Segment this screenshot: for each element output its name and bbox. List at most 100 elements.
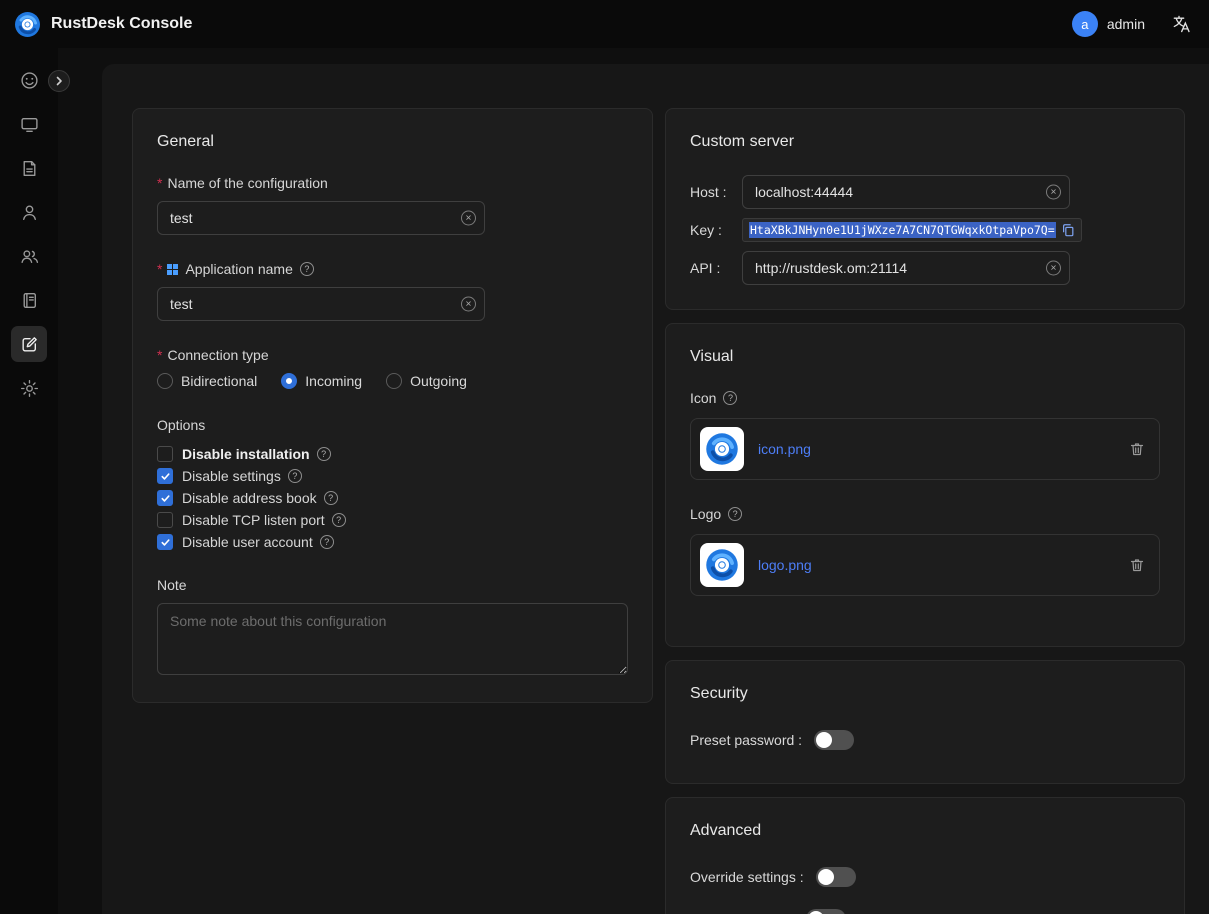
checkbox-disable-tcp-listen-port[interactable]: Disable TCP listen port? <box>157 509 628 531</box>
copy-icon[interactable] <box>1061 223 1075 237</box>
logo-file-box: logo.png <box>690 534 1160 596</box>
advanced-card: Advanced Override settings : Default sett… <box>665 797 1185 914</box>
trash-icon[interactable] <box>1129 441 1145 457</box>
radio-outgoing[interactable]: Outgoing <box>386 373 467 389</box>
sidebar-nav <box>11 62 47 414</box>
toggle-override-settings[interactable] <box>816 867 856 887</box>
security-card: Security Preset password : <box>665 660 1185 784</box>
monitor-icon <box>20 115 39 134</box>
sidebar-item-smiley[interactable] <box>11 62 47 98</box>
radio-label: Incoming <box>305 373 362 389</box>
host-input[interactable] <box>742 175 1070 209</box>
checkbox-box <box>157 512 173 528</box>
top-bar: RustDesk Console a admin <box>0 0 1209 48</box>
checkbox-label: Disable settings <box>182 468 281 484</box>
checkbox-box <box>157 534 173 550</box>
sidebar-item-logbook[interactable] <box>11 282 47 318</box>
help-icon[interactable]: ? <box>288 469 302 483</box>
api-input[interactable] <box>742 251 1070 285</box>
checkbox-disable-installation[interactable]: Disable installation? <box>157 443 628 465</box>
help-icon[interactable]: ? <box>723 391 737 405</box>
toggle-label: Preset password : <box>690 732 802 748</box>
edit-icon <box>20 335 39 354</box>
key-field[interactable]: HtaXBkJNHyn0e1U1jWXze7A7CN7QTGWqxkOtpaVp… <box>742 218 1082 242</box>
radio-incoming[interactable]: Incoming <box>281 373 362 389</box>
avatar[interactable]: a <box>1072 11 1098 37</box>
security-card-title: Security <box>690 685 1160 703</box>
clear-icon[interactable]: ✕ <box>1046 185 1061 200</box>
options-label: Options <box>157 417 628 433</box>
visual-sections: Icon?icon.pngLogo?logo.png <box>690 390 1160 596</box>
checkbox-disable-user-account[interactable]: Disable user account? <box>157 531 628 553</box>
translate-icon[interactable] <box>1171 14 1191 34</box>
general-card-title: General <box>157 133 628 151</box>
radio-label: Outgoing <box>410 373 467 389</box>
checkbox-box <box>157 446 173 462</box>
logo-label: Logo? <box>690 506 1160 522</box>
help-icon[interactable]: ? <box>728 507 742 521</box>
toggle-label: Override settings : <box>690 869 804 885</box>
radio-bidirectional[interactable]: Bidirectional <box>157 373 257 389</box>
advanced-card-title: Advanced <box>690 822 1160 840</box>
required-asterisk: * <box>157 347 162 363</box>
key-label: Key : <box>690 222 742 238</box>
sidebar-item-monitor[interactable] <box>11 106 47 142</box>
icon-file-link[interactable]: icon.png <box>758 441 811 457</box>
sidebar-item-users[interactable] <box>11 238 47 274</box>
windows-icon <box>167 264 178 275</box>
sidebar-item-gear[interactable] <box>11 370 47 406</box>
sidebar-item-document[interactable] <box>11 150 47 186</box>
required-asterisk: * <box>157 175 162 191</box>
advanced-toggles: Override settings : Default settings : <box>690 864 1160 914</box>
radio-circle <box>386 373 402 389</box>
toggle-knob <box>816 732 832 748</box>
help-icon[interactable]: ? <box>324 491 338 505</box>
gear-icon <box>20 379 39 398</box>
user-name[interactable]: admin <box>1107 16 1145 32</box>
sidebar <box>0 48 58 914</box>
general-card: General * Name of the configuration ✕ * … <box>132 108 653 703</box>
config-name-input-wrap: ✕ <box>157 201 485 235</box>
host-row: Host : ✕ <box>690 175 1160 209</box>
toggle-preset-password[interactable] <box>814 730 854 750</box>
connection-type-label: * Connection type <box>157 347 628 363</box>
clear-icon[interactable]: ✕ <box>461 297 476 312</box>
help-icon[interactable]: ? <box>317 447 331 461</box>
checkbox-disable-address-book[interactable]: Disable address book? <box>157 487 628 509</box>
custom-server-title: Custom server <box>690 133 1160 151</box>
application-name-input[interactable] <box>157 287 485 321</box>
checkbox-label: Disable address book <box>182 490 317 506</box>
toggle-row-default-settings: Default settings : <box>690 906 1160 914</box>
app-title: RustDesk Console <box>51 15 192 33</box>
toggle-default-settings[interactable] <box>806 909 846 914</box>
api-label: API : <box>690 260 742 276</box>
help-icon[interactable]: ? <box>300 262 314 276</box>
toggle-row-preset-password: Preset password : <box>690 727 1160 753</box>
sidebar-item-user[interactable] <box>11 194 47 230</box>
host-input-wrap: ✕ <box>742 175 1070 209</box>
host-label: Host : <box>690 184 742 200</box>
content-panel: General * Name of the configuration ✕ * … <box>102 64 1209 914</box>
icon-file-box: icon.png <box>690 418 1160 480</box>
checkbox-disable-settings[interactable]: Disable settings? <box>157 465 628 487</box>
logo-file-link[interactable]: logo.png <box>758 557 812 573</box>
smiley-icon <box>20 71 39 90</box>
note-textarea[interactable] <box>157 603 628 675</box>
application-name-label: * Application name ? <box>157 261 628 277</box>
checkbox-label: Disable TCP listen port <box>182 512 325 528</box>
sidebar-expand-button[interactable] <box>48 70 70 92</box>
sidebar-item-edit[interactable] <box>11 326 47 362</box>
clear-icon[interactable]: ✕ <box>461 211 476 226</box>
logbook-icon <box>20 291 39 310</box>
toggle-row-override-settings: Override settings : <box>690 864 1160 890</box>
note-label: Note <box>157 577 628 593</box>
help-icon[interactable]: ? <box>320 535 334 549</box>
checkbox-label: Disable installation <box>182 446 310 462</box>
required-asterisk: * <box>157 261 162 277</box>
config-name-input[interactable] <box>157 201 485 235</box>
help-icon[interactable]: ? <box>332 513 346 527</box>
key-row: Key : HtaXBkJNHyn0e1U1jWXze7A7CN7QTGWqxk… <box>690 218 1160 242</box>
toggle-knob <box>818 869 834 885</box>
clear-icon[interactable]: ✕ <box>1046 261 1061 276</box>
trash-icon[interactable] <box>1129 557 1145 573</box>
